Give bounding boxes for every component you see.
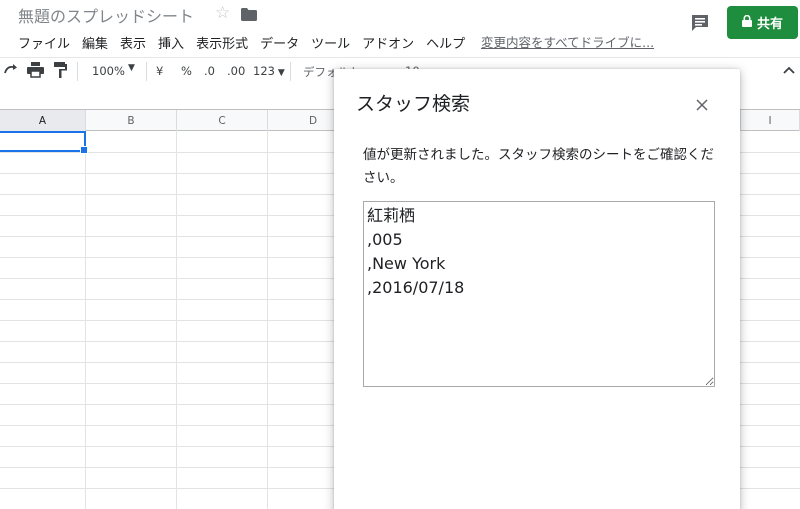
dialog-message: 値が更新されました。スタッフ検索のシートをご確認ください。 xyxy=(363,147,714,186)
menu-format[interactable]: 表示形式 xyxy=(196,33,248,52)
menu-bar: ファイル 編集 表示 挿入 表示形式 データ ツール アドオン ヘルプ xyxy=(18,33,477,52)
dialog-title: スタッフ検索 xyxy=(356,93,471,115)
column-header-a[interactable]: A xyxy=(0,110,86,131)
chevron-down-icon[interactable]: ▼ xyxy=(128,63,135,73)
currency-format-button[interactable]: ¥ xyxy=(156,64,163,78)
menu-file[interactable]: ファイル xyxy=(18,33,70,52)
comment-icon[interactable] xyxy=(690,13,710,37)
result-line-location: ,New York xyxy=(367,254,446,273)
paint-format-icon[interactable] xyxy=(54,62,68,82)
result-line-name: 紅莉栖 xyxy=(367,206,416,225)
more-formats-label: 123 xyxy=(253,64,275,78)
share-button-label: 共有 xyxy=(756,17,783,32)
zoom-value: 100% xyxy=(92,64,125,78)
decrease-decimal-button[interactable]: .0 xyxy=(204,64,215,78)
column-header-b[interactable]: B xyxy=(86,110,177,131)
result-line-date: ,2016/07/18 xyxy=(367,278,465,297)
lock-icon xyxy=(741,14,752,31)
save-status-link[interactable]: 変更内容をすべてドライブに... xyxy=(481,32,654,51)
menu-data[interactable]: データ xyxy=(260,33,299,52)
increase-decimal-button[interactable]: .00 xyxy=(227,64,245,78)
share-button[interactable]: 共有 xyxy=(727,6,798,39)
document-title[interactable]: 無題のスプレッドシート xyxy=(18,3,194,27)
resize-handle-icon[interactable] xyxy=(705,377,713,385)
percent-format-button[interactable]: % xyxy=(181,64,192,78)
star-icon[interactable]: ☆ xyxy=(215,3,230,23)
menu-help[interactable]: ヘルプ xyxy=(426,33,465,52)
chevron-up-icon[interactable] xyxy=(783,63,795,77)
result-line-id: ,005 xyxy=(367,230,403,249)
column-header-c[interactable]: C xyxy=(177,110,268,131)
more-formats-button[interactable]: 123 ▼ xyxy=(253,64,285,78)
menu-view[interactable]: 表示 xyxy=(120,33,146,52)
menu-edit[interactable]: 編集 xyxy=(82,33,108,52)
menu-tools[interactable]: ツール xyxy=(311,33,350,52)
title-bar: 無題のスプレッドシート ☆ 共有 xyxy=(0,0,800,39)
menu-insert[interactable]: 挿入 xyxy=(158,33,184,52)
print-icon[interactable] xyxy=(27,62,44,81)
close-icon[interactable] xyxy=(696,96,710,111)
active-cell-a1[interactable] xyxy=(0,131,88,154)
menu-addons[interactable]: アドオン xyxy=(362,33,414,52)
folder-icon[interactable] xyxy=(241,6,257,25)
zoom-select[interactable]: 100% xyxy=(92,64,125,78)
staff-search-dialog: スタッフ検索 値が更新されました。スタッフ検索のシートをご確認ください。 紅莉栖… xyxy=(334,69,740,509)
column-header-i[interactable]: I xyxy=(740,110,800,131)
redo-icon[interactable] xyxy=(2,61,20,82)
result-textarea[interactable]: 紅莉栖 ,005 ,New York ,2016/07/18 xyxy=(363,201,715,387)
